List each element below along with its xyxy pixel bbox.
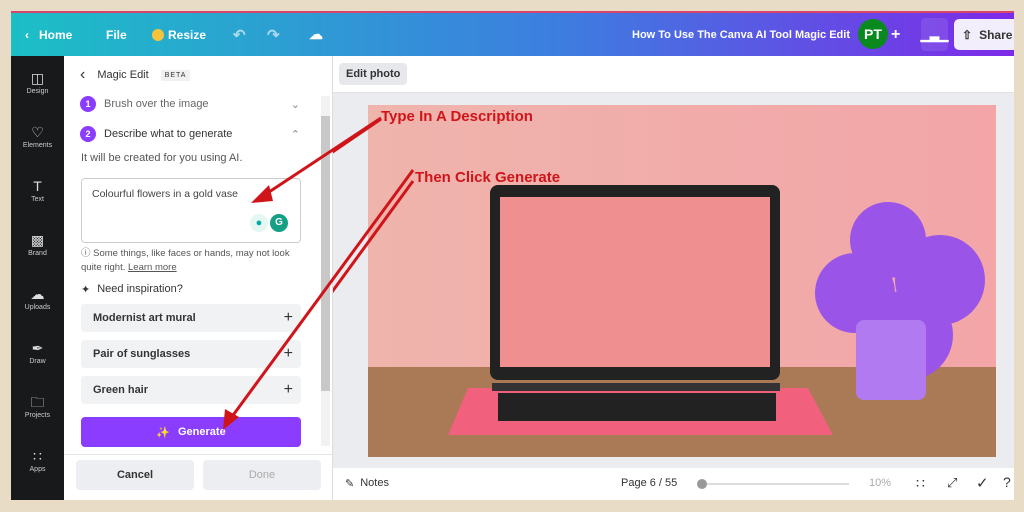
- zoom-slider[interactable]: [697, 479, 849, 489]
- idea-icon[interactable]: ●: [250, 214, 268, 232]
- generate-button[interactable]: ✨ Generate: [81, 417, 301, 447]
- share-button[interactable]: ⇧ Share: [954, 19, 1014, 50]
- top-bar: ‹ Home File Resize ↶ ↷ ☁ How To Use The C…: [11, 13, 1014, 56]
- brand-icon: ▩: [30, 232, 45, 248]
- cloud-upload-icon: ☁: [30, 286, 45, 302]
- prompt-textarea[interactable]: Colourful flowers in a gold vase ● G: [81, 178, 301, 243]
- cancel-button[interactable]: Cancel: [76, 460, 194, 490]
- redo-icon[interactable]: ↷: [267, 13, 280, 56]
- annotation-click-generate: Then Click Generate: [415, 169, 561, 186]
- sidebar-item-brand[interactable]: ▩ Brand: [11, 218, 64, 272]
- inspiration-heading: ✦ Need inspiration?: [81, 283, 183, 296]
- zoom-level[interactable]: 10%: [869, 477, 891, 489]
- canvas-area: Edit photo Type In A Description Then Cl…: [333, 56, 1014, 468]
- chevron-left-icon: ‹: [25, 27, 29, 42]
- done-button[interactable]: Done: [203, 460, 321, 490]
- hint-text: It will be created for you using AI.: [81, 152, 243, 164]
- grid-view-icon[interactable]: ∷: [916, 475, 925, 492]
- sidebar-item-elements[interactable]: ♡ Elements: [11, 110, 64, 164]
- suggestion-item[interactable]: Pair of sunglasses +: [81, 340, 301, 368]
- sidebar: ◫ Design ♡ Elements T Text ▩ Brand ☁ Uploads …: [11, 56, 64, 500]
- step-brush[interactable]: 1 Brush over the image ⌄: [80, 96, 300, 112]
- step-describe[interactable]: 2 Describe what to generate ⌃: [80, 126, 300, 142]
- arrow-to-textarea: [333, 117, 382, 154]
- annotation-type-description: Type In A Description: [381, 108, 533, 125]
- chevron-down-icon: ⌄: [290, 98, 300, 111]
- magic-edit-panel: ‹ Magic Edit BETA 1 Brush over the image ⌄…: [64, 56, 333, 500]
- grammarly-icon[interactable]: G: [270, 214, 288, 232]
- notes-icon: ✎: [345, 478, 355, 490]
- folder-icon: 🗀: [30, 394, 45, 410]
- sidebar-item-uploads[interactable]: ☁ Uploads: [11, 272, 64, 326]
- sparkle-icon: ✦: [81, 284, 91, 296]
- plus-icon: +: [283, 381, 293, 398]
- fullscreen-icon[interactable]: ⤢: [947, 475, 957, 491]
- sidebar-item-design[interactable]: ◫ Design: [11, 56, 64, 110]
- page-indicator[interactable]: Page 6 / 55: [621, 477, 677, 489]
- magic-wand-icon: ✨: [156, 426, 170, 439]
- add-collaborator-icon[interactable]: +: [891, 13, 900, 56]
- suggestion-item[interactable]: Modernist art mural +: [81, 304, 301, 332]
- sidebar-item-text[interactable]: T Text: [11, 164, 64, 218]
- grid-icon: ∷: [33, 448, 42, 464]
- sidebar-item-projects[interactable]: 🗀 Projects: [11, 380, 64, 434]
- avatar[interactable]: PT: [858, 19, 888, 49]
- sidebar-item-draw[interactable]: ✒ Draw: [11, 326, 64, 380]
- beta-badge: BETA: [160, 69, 191, 81]
- insights-icon[interactable]: ▁▃▁: [921, 18, 948, 51]
- disclaimer: ⓘ Some things, like faces or hands, may …: [81, 248, 290, 273]
- help-icon[interactable]: ?: [1003, 474, 1011, 490]
- crown-icon: [152, 28, 164, 41]
- plus-icon: +: [283, 345, 293, 362]
- upload-icon: ⇧: [962, 27, 973, 42]
- file-menu[interactable]: File: [106, 13, 127, 56]
- bottom-bar: ✎ Notes Page 6 / 55 10% ∷ ⤢ ✓ ?: [333, 468, 1014, 500]
- panel-scrollbar[interactable]: [321, 96, 330, 446]
- canva-app: ‹ Home File Resize ↶ ↷ ☁ How To Use The C…: [11, 11, 1014, 500]
- panel-title: Magic Edit: [97, 69, 149, 81]
- notes-button[interactable]: ✎ Notes: [345, 477, 389, 490]
- learn-more-link[interactable]: Learn more: [128, 262, 177, 273]
- text-icon: T: [33, 178, 42, 194]
- check-circle-icon[interactable]: ✓: [976, 474, 989, 492]
- back-icon[interactable]: ‹: [80, 66, 85, 84]
- pen-icon: ✒: [31, 340, 44, 356]
- arrow-to-generate: [333, 180, 415, 294]
- plus-icon: +: [283, 309, 293, 326]
- chevron-up-icon: ⌃: [290, 128, 300, 141]
- undo-icon[interactable]: ↶: [233, 13, 246, 56]
- suggestion-item[interactable]: Green hair +: [81, 376, 301, 404]
- document-title[interactable]: How To Use The Canva AI Tool Magic Edit: [632, 13, 850, 56]
- sidebar-item-apps[interactable]: ∷ Apps: [11, 434, 64, 488]
- cloud-saved-icon[interactable]: ☁: [309, 13, 323, 56]
- layout-icon: ◫: [30, 70, 45, 86]
- resize-button[interactable]: Resize: [152, 13, 206, 56]
- home-button[interactable]: ‹ Home: [25, 13, 72, 56]
- info-icon: ⓘ: [81, 248, 94, 259]
- shapes-icon: ♡: [31, 124, 44, 140]
- zoom-slider-thumb[interactable]: [697, 479, 707, 489]
